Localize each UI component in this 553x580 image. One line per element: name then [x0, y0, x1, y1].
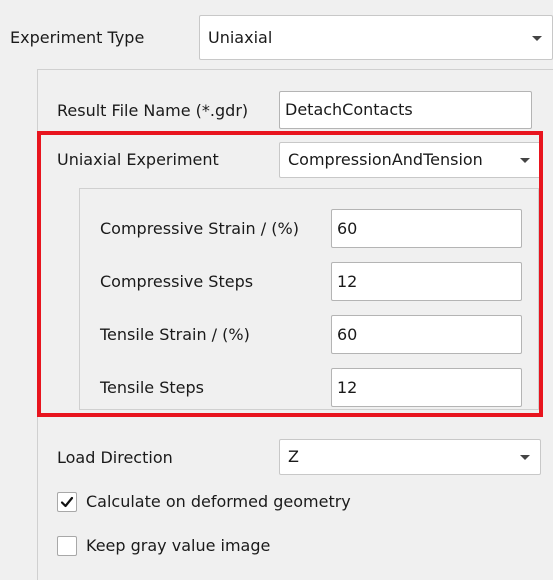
experiment-type-value: Uniaxial: [208, 27, 273, 47]
compressive-strain-input[interactable]: 60: [331, 209, 522, 248]
keep-gray-value-checkbox[interactable]: [57, 536, 77, 556]
uniaxial-experiment-label: Uniaxial Experiment: [57, 150, 219, 169]
tensile-steps-label: Tensile Steps: [100, 378, 204, 397]
tensile-strain-input[interactable]: 60: [331, 315, 522, 354]
deformed-geometry-checkbox[interactable]: [57, 492, 77, 512]
load-direction-value: Z: [288, 447, 299, 466]
experiment-type-label: Experiment Type: [10, 28, 145, 47]
experiment-type-dropdown[interactable]: Uniaxial: [199, 15, 553, 60]
tensile-steps-input[interactable]: 12: [331, 368, 522, 407]
deformed-geometry-label[interactable]: Calculate on deformed geometry: [86, 492, 351, 512]
compressive-steps-label: Compressive Steps: [100, 272, 254, 291]
chevron-down-icon: [532, 35, 542, 41]
load-direction-label: Load Direction: [57, 448, 173, 467]
compressive-steps-input[interactable]: 12: [331, 262, 522, 301]
uniaxial-experiment-dropdown[interactable]: CompressionAndTension: [279, 142, 541, 178]
result-file-name-value: DetachContacts: [285, 100, 413, 119]
keep-gray-value-label[interactable]: Keep gray value image: [86, 536, 270, 556]
compressive-steps-value: 12: [337, 271, 358, 291]
result-file-name-input[interactable]: DetachContacts: [279, 91, 532, 129]
result-file-name-label: Result File Name (*.gdr): [57, 101, 249, 120]
compressive-strain-label: Compressive Strain / (%): [100, 219, 299, 238]
tensile-strain-label: Tensile Strain / (%): [100, 325, 250, 344]
load-direction-dropdown[interactable]: Z: [279, 439, 541, 475]
experiment-settings-panel: Experiment Type Uniaxial Result File Nam…: [0, 0, 553, 580]
tensile-strain-value: 60: [337, 324, 358, 344]
check-icon: [60, 496, 74, 508]
compressive-strain-value: 60: [337, 218, 358, 238]
uniaxial-experiment-value: CompressionAndTension: [288, 150, 483, 169]
tensile-steps-value: 12: [337, 377, 358, 397]
chevron-down-icon: [520, 158, 530, 163]
chevron-down-icon: [520, 455, 530, 460]
